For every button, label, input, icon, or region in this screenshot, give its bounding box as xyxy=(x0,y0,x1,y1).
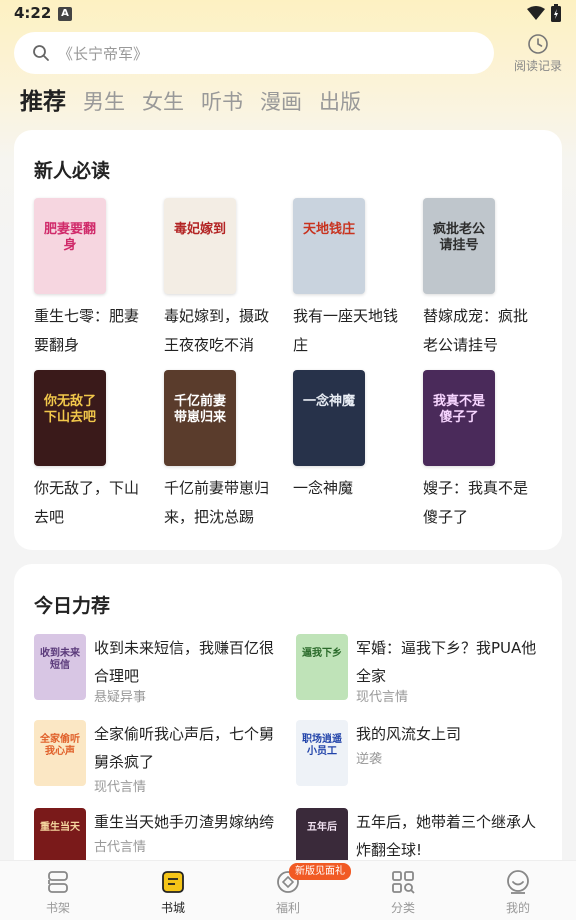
book-cover: 逼我下乡 xyxy=(296,634,348,700)
nav-profile[interactable]: 我的 xyxy=(488,869,548,916)
tab-female[interactable]: 女生 xyxy=(142,86,184,116)
nav-category[interactable]: 分类 xyxy=(373,869,433,916)
nav-label: 我的 xyxy=(505,901,530,915)
book-title: 一念神魔 xyxy=(293,479,354,497)
wifi-icon xyxy=(527,6,545,20)
status-time: 4:22 xyxy=(14,4,52,22)
nav-label: 书架 xyxy=(45,901,70,915)
tab-comic[interactable]: 漫画 xyxy=(260,86,302,116)
book-title: 替嫁成宠：疯批老公请挂号 xyxy=(423,307,529,354)
nav-label: 书城 xyxy=(160,901,185,915)
book-title: 五年后，她带着三个继承人炸翻全球! xyxy=(356,813,537,859)
reading-history-button[interactable]: 阅读记录 xyxy=(506,33,570,77)
cover-text: 天地钱庄 xyxy=(302,222,355,237)
nav-label: 分类 xyxy=(390,901,415,915)
book-genre: 逆袭 xyxy=(356,752,383,767)
section-title: 今日力荐 xyxy=(34,595,111,617)
book-cover: 我真不是傻子了 xyxy=(423,370,495,466)
book-title: 你无敌了，下山去吧 xyxy=(34,479,140,526)
book-cover: 毒妃嫁到 xyxy=(164,198,236,294)
cover-text: 逼我下乡 xyxy=(302,648,342,659)
recommend-item[interactable]: 收到未来短信 收到未来短信，我赚百亿很合理吧 悬疑异事 xyxy=(34,634,284,714)
notification-icon: A xyxy=(58,7,72,21)
book-cover: 全家偷听我心声 xyxy=(34,720,86,786)
book-genre: 现代言情 xyxy=(94,780,147,795)
nav-bookshelf[interactable]: 书架 xyxy=(28,869,88,916)
bookstore-icon xyxy=(162,871,184,893)
book-card[interactable]: 疯批老公请挂号 替嫁成宠：疯批老公请挂号 xyxy=(423,198,541,360)
category-icon xyxy=(392,871,415,894)
search-placeholder: 《长宁帝军》 xyxy=(58,45,149,63)
book-cover: 收到未来短信 xyxy=(34,634,86,700)
book-cover: 肥妻要翻身 xyxy=(34,198,106,294)
search-input[interactable]: 《长宁帝军》 xyxy=(14,32,494,74)
book-cover: 天地钱庄 xyxy=(293,198,365,294)
profile-icon xyxy=(507,870,529,894)
book-cover: 职场逍遥小员工 xyxy=(296,720,348,786)
recommend-item[interactable]: 全家偷听我心声 全家偷听我心声后，七个舅舅杀疯了 现代言情 xyxy=(34,720,284,800)
book-cover: 千亿前妻带崽归来 xyxy=(164,370,236,466)
bookshelf-icon xyxy=(48,871,68,893)
cover-text: 一念神魔 xyxy=(302,394,355,409)
reading-history-label: 阅读记录 xyxy=(513,59,562,73)
book-genre: 古代言情 xyxy=(94,840,147,855)
recommend-item[interactable]: 职场逍遥小员工 我的风流女上司 逆袭 xyxy=(296,720,546,800)
book-title: 全家偷听我心声后，七个舅舅杀疯了 xyxy=(94,725,275,771)
tab-publish[interactable]: 出版 xyxy=(319,86,361,116)
cover-text: 毒妃嫁到 xyxy=(173,222,226,237)
book-title: 我的风流女上司 xyxy=(356,725,462,743)
tab-audiobook[interactable]: 听书 xyxy=(201,86,243,116)
bottom-nav: 书架 书城 福利 分类 我的 xyxy=(0,860,576,920)
cover-text: 我真不是傻子了 xyxy=(432,394,485,425)
cover-text: 千亿前妻带崽归来 xyxy=(173,394,226,425)
new-reader-section: 新人必读 肥妻要翻身 重生七零：肥妻要翻身 毒妃嫁到 毒妃嫁到，摄政王夜夜吃不消… xyxy=(14,130,562,550)
book-title: 重生七零：肥妻要翻身 xyxy=(34,307,140,354)
cover-text: 收到未来短信 xyxy=(40,648,80,671)
book-title: 我有一座天地钱庄 xyxy=(293,307,399,354)
cover-text: 肥妻要翻身 xyxy=(43,222,96,253)
battery-icon xyxy=(551,4,561,22)
book-genre: 悬疑异事 xyxy=(94,690,147,705)
book-genre: 现代言情 xyxy=(356,690,409,705)
tab-recommend[interactable]: 推荐 xyxy=(20,82,66,116)
status-bar: 4:22 A xyxy=(0,0,576,28)
search-icon xyxy=(33,45,49,61)
book-title: 嫂子：我真不是傻子了 xyxy=(423,479,529,526)
book-title: 重生当天她手刃渣男嫁纳绔 xyxy=(94,813,275,831)
clock-icon xyxy=(528,34,548,54)
book-title: 军婚：逼我下乡？我PUA他全家 xyxy=(356,639,537,685)
book-title: 收到未来短信，我赚百亿很合理吧 xyxy=(94,639,275,685)
nav-bookstore[interactable]: 书城 xyxy=(143,869,203,916)
book-card[interactable]: 一念神魔 一念神魔 xyxy=(293,370,411,532)
book-cover: 一念神魔 xyxy=(293,370,365,466)
book-title: 毒妃嫁到，摄政王夜夜吃不消 xyxy=(164,307,270,354)
book-card[interactable]: 肥妻要翻身 重生七零：肥妻要翻身 xyxy=(34,198,152,360)
channel-tabs: 推荐 男生 女生 听书 漫画 出版 xyxy=(20,80,378,116)
welfare-badge: 新版见面礼 xyxy=(289,863,351,880)
book-cover: 你无敌了下山去吧 xyxy=(34,370,106,466)
book-card[interactable]: 毒妃嫁到 毒妃嫁到，摄政王夜夜吃不消 xyxy=(164,198,282,360)
cover-text: 你无敌了下山去吧 xyxy=(43,394,96,425)
book-card[interactable]: 我真不是傻子了 嫂子：我真不是傻子了 xyxy=(423,370,541,532)
cover-text: 五年后 xyxy=(307,822,337,833)
today-recommend-section: 今日力荐 收到未来短信 收到未来短信，我赚百亿很合理吧 悬疑异事 逼我下乡 军婚… xyxy=(14,564,562,884)
recommend-item[interactable]: 逼我下乡 军婚：逼我下乡？我PUA他全家 现代言情 xyxy=(296,634,546,714)
cover-text: 疯批老公请挂号 xyxy=(432,222,485,253)
nav-label: 福利 xyxy=(275,901,300,915)
section-title: 新人必读 xyxy=(34,160,111,182)
cover-text: 全家偷听我心声 xyxy=(40,734,80,757)
cover-text: 职场逍遥小员工 xyxy=(302,734,342,757)
book-card[interactable]: 你无敌了下山去吧 你无敌了，下山去吧 xyxy=(34,370,152,532)
tab-male[interactable]: 男生 xyxy=(83,86,125,116)
book-cover: 疯批老公请挂号 xyxy=(423,198,495,294)
book-card[interactable]: 千亿前妻带崽归来 千亿前妻带崽归来，把沈总踢出… xyxy=(164,370,282,532)
book-card[interactable]: 天地钱庄 我有一座天地钱庄 xyxy=(293,198,411,360)
book-title: 千亿前妻带崽归来，把沈总踢出… xyxy=(164,479,270,526)
cover-text: 重生当天 xyxy=(40,822,80,833)
